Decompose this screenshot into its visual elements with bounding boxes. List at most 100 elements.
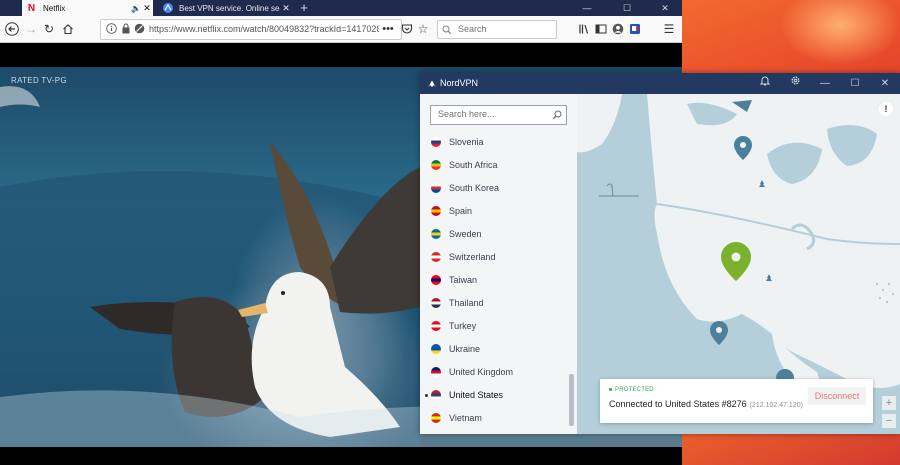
settings-gear-icon[interactable] (786, 75, 804, 92)
tab-nordvpn[interactable]: Best VPN service. Online security ✕ (158, 0, 292, 16)
country-item[interactable]: South Africa (420, 155, 570, 175)
country-sidebar: Slovenia South Africa South Korea Spain Swed… (420, 94, 578, 434)
bookmark-star-icon[interactable]: ☆ (414, 20, 432, 38)
close-tab-icon[interactable]: ✕ (280, 3, 292, 14)
search-icon (552, 109, 562, 123)
url-bar[interactable]: https://www.netflix.com/watch/80049832?t… (100, 19, 402, 40)
info-icon[interactable] (106, 23, 117, 37)
video-bottom-bar (0, 447, 682, 465)
selected-indicator (425, 394, 428, 397)
country-item[interactable]: Slovenia (420, 132, 570, 152)
country-name: United Kingdom (449, 367, 514, 377)
country-item[interactable]: Turkey (420, 316, 570, 336)
country-name: South Africa (449, 160, 498, 170)
flag-icon (431, 390, 441, 400)
scrollbar-thumb[interactable] (569, 374, 574, 426)
country-item[interactable]: United Kingdom (420, 362, 570, 382)
nordvpn-window: NordVPN — ☐ ✕ Slovenia South Africa South … (420, 73, 900, 434)
search-input[interactable] (456, 23, 554, 35)
flag-icon (431, 344, 441, 354)
search-icon (442, 24, 452, 38)
connection-status-card: PROTECTED Connected to United States #82… (600, 379, 873, 423)
country-item[interactable]: United States (420, 385, 570, 405)
country-search-input[interactable] (436, 108, 550, 120)
country-name: Ukraine (449, 344, 481, 354)
nordvpn-favicon-icon (162, 3, 173, 14)
flag-icon (431, 206, 441, 216)
country-name: Slovenia (449, 137, 484, 147)
country-name: Thailand (449, 298, 484, 308)
disconnect-button[interactable]: Disconnect (808, 387, 866, 405)
nav-toolbar: → ↻ https://www.netflix.com/watch/800498… (0, 16, 682, 43)
vpn-minimize-icon[interactable]: — (816, 75, 834, 92)
flag-icon (431, 137, 441, 147)
flag-icon (431, 321, 441, 331)
country-item[interactable]: Vietnam (420, 408, 570, 428)
notifications-bell-icon[interactable] (756, 75, 774, 92)
close-tab-icon[interactable]: ✕ (141, 3, 153, 14)
menu-icon[interactable]: ☰ (660, 20, 678, 38)
url-text: https://www.netflix.com/watch/80049832?t… (149, 24, 379, 34)
sidebar-icon[interactable] (592, 20, 610, 38)
country-name: Vietnam (449, 413, 482, 423)
connection-server: Connected to United States #8276 (609, 399, 747, 409)
country-item[interactable]: Ukraine (420, 339, 570, 359)
zoom-out-button[interactable]: − (882, 414, 896, 428)
map-info-button[interactable]: ! (879, 102, 893, 116)
lock-icon (121, 23, 131, 37)
country-name: Spain (449, 206, 473, 216)
reload-icon[interactable]: ↻ (40, 20, 58, 38)
country-name: Turkey (449, 321, 477, 331)
country-name: Taiwan (449, 275, 478, 285)
flag-icon (431, 298, 441, 308)
library-icon[interactable] (575, 20, 593, 38)
country-item[interactable]: Taiwan (420, 270, 570, 290)
flag-icon (431, 413, 441, 423)
close-window-icon[interactable]: ✕ (652, 0, 678, 16)
protected-label: PROTECTED (609, 387, 654, 393)
content-rating: RATED TV-PG (11, 76, 67, 85)
tab-title: Netflix (43, 3, 66, 13)
flag-icon (431, 160, 441, 170)
back-icon[interactable] (3, 20, 21, 38)
flag-icon (431, 367, 441, 377)
flag-icon (431, 275, 441, 285)
tab-bar: N Netflix 🔈 ✕ Best VPN service. Online s… (0, 0, 682, 16)
vpn-titlebar: NordVPN — ☐ ✕ (420, 73, 900, 94)
search-bar[interactable] (437, 20, 557, 39)
speaker-icon[interactable]: 🔈 (131, 4, 141, 13)
flag-icon (431, 229, 441, 239)
connection-text: Connected to United States #8276 (212.102… (609, 399, 803, 409)
home-icon[interactable] (59, 20, 77, 38)
connection-ip: (212.102.47.120) (749, 402, 803, 409)
flag-icon (431, 252, 441, 262)
new-tab-button[interactable]: + (297, 0, 311, 16)
vpn-maximize-icon[interactable]: ☐ (846, 75, 864, 92)
vpn-close-icon[interactable]: ✕ (876, 75, 894, 92)
country-name: United States (449, 390, 504, 400)
country-item[interactable]: Sweden (420, 224, 570, 244)
tracking-protection-icon[interactable] (134, 23, 145, 37)
forward-icon[interactable]: → (22, 20, 40, 38)
account-icon[interactable] (609, 20, 627, 38)
minimize-icon[interactable]: — (574, 0, 600, 16)
page-actions-icon[interactable]: ••• (379, 20, 397, 38)
country-item[interactable]: Switzerland (420, 247, 570, 267)
country-name: Sweden (449, 229, 482, 239)
vpn-app-title: NordVPN (440, 78, 479, 88)
country-item[interactable]: Thailand (420, 293, 570, 313)
server-map[interactable]: ! + − PROTECTED Connected to United Stat… (577, 94, 900, 434)
country-name: Switzerland (449, 252, 496, 262)
nordvpn-logo-icon (427, 78, 437, 88)
country-name: South Korea (449, 183, 500, 193)
tab-netflix[interactable]: N Netflix 🔈 ✕ (22, 0, 153, 16)
maximize-icon[interactable]: ☐ (614, 0, 640, 16)
country-item[interactable]: Spain (420, 201, 570, 221)
country-search[interactable] (430, 105, 567, 125)
extension-icon[interactable] (626, 20, 644, 38)
country-item[interactable]: South Korea (420, 178, 570, 198)
zoom-in-button[interactable]: + (882, 396, 896, 410)
netflix-favicon-icon: N (27, 2, 36, 14)
tab-title: Best VPN service. Online security (179, 3, 280, 13)
flag-icon (431, 183, 441, 193)
